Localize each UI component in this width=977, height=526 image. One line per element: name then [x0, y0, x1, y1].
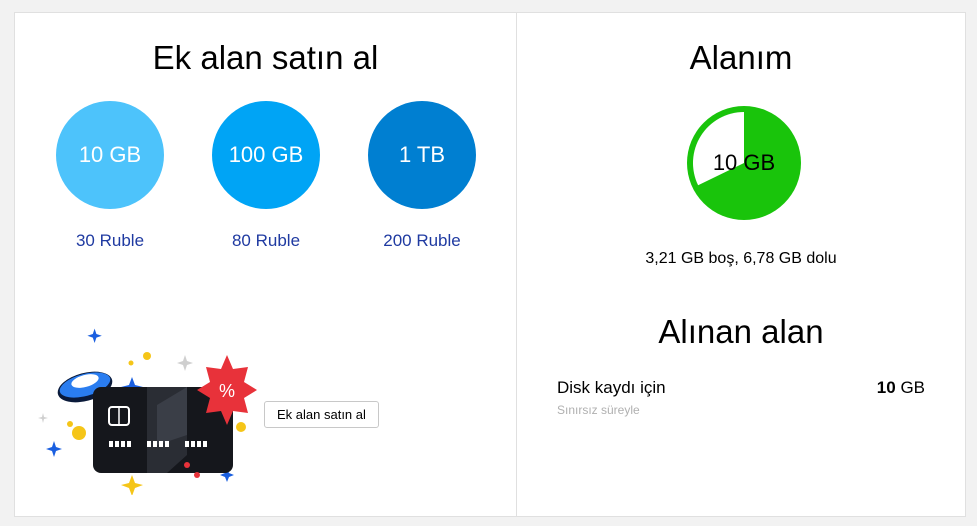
- acquired-space-title: Alınan alan: [658, 313, 824, 350]
- acquired-item-value: 10 GB: [877, 378, 925, 398]
- plan-10gb[interactable]: 10 GB 30 Ruble: [55, 101, 165, 251]
- plan-100gb[interactable]: 100 GB 80 Ruble: [211, 101, 321, 251]
- storage-usage-text: 3,21 GB boş, 6,78 GB dolu: [645, 250, 837, 267]
- acquired-item-label: Disk kaydı için: [557, 378, 666, 397]
- plan-price[interactable]: 80 Ruble: [211, 231, 321, 251]
- plan-price[interactable]: 30 Ruble: [55, 231, 165, 251]
- storage-total-label: 10 GB: [712, 150, 776, 175]
- storage-card: Ek alan satın al 10 GB 30 Ruble 100 GB 8…: [14, 12, 966, 517]
- plan-circle[interactable]: 1 TB: [368, 101, 476, 209]
- acquired-item-sublabel: Sınırsız süreyle: [557, 403, 640, 417]
- buy-space-button[interactable]: Ek alan satın al: [264, 401, 379, 428]
- promo-illustration: %: [38, 328, 257, 495]
- discount-badge-text: %: [219, 381, 235, 401]
- plan-circle[interactable]: 10 GB: [56, 101, 164, 209]
- plan-circle[interactable]: 100 GB: [212, 101, 320, 209]
- plan-1tb[interactable]: 1 TB 200 Ruble: [367, 101, 477, 251]
- plan-price[interactable]: 200 Ruble: [367, 231, 477, 251]
- acquired-item-value-number: 10: [876, 378, 896, 397]
- my-space-title: Alanım: [689, 39, 793, 76]
- my-space-panel: Alanım 10 GB 3,21 GB boş, 6,78 GB dolu A…: [517, 13, 965, 516]
- acquired-item-value-unit: GB: [900, 378, 925, 397]
- buy-space-title: Ek alan satın al: [152, 39, 379, 76]
- storage-pie-chart: 10 GB: [684, 103, 804, 223]
- buy-space-panel: Ek alan satın al 10 GB 30 Ruble 100 GB 8…: [15, 13, 516, 516]
